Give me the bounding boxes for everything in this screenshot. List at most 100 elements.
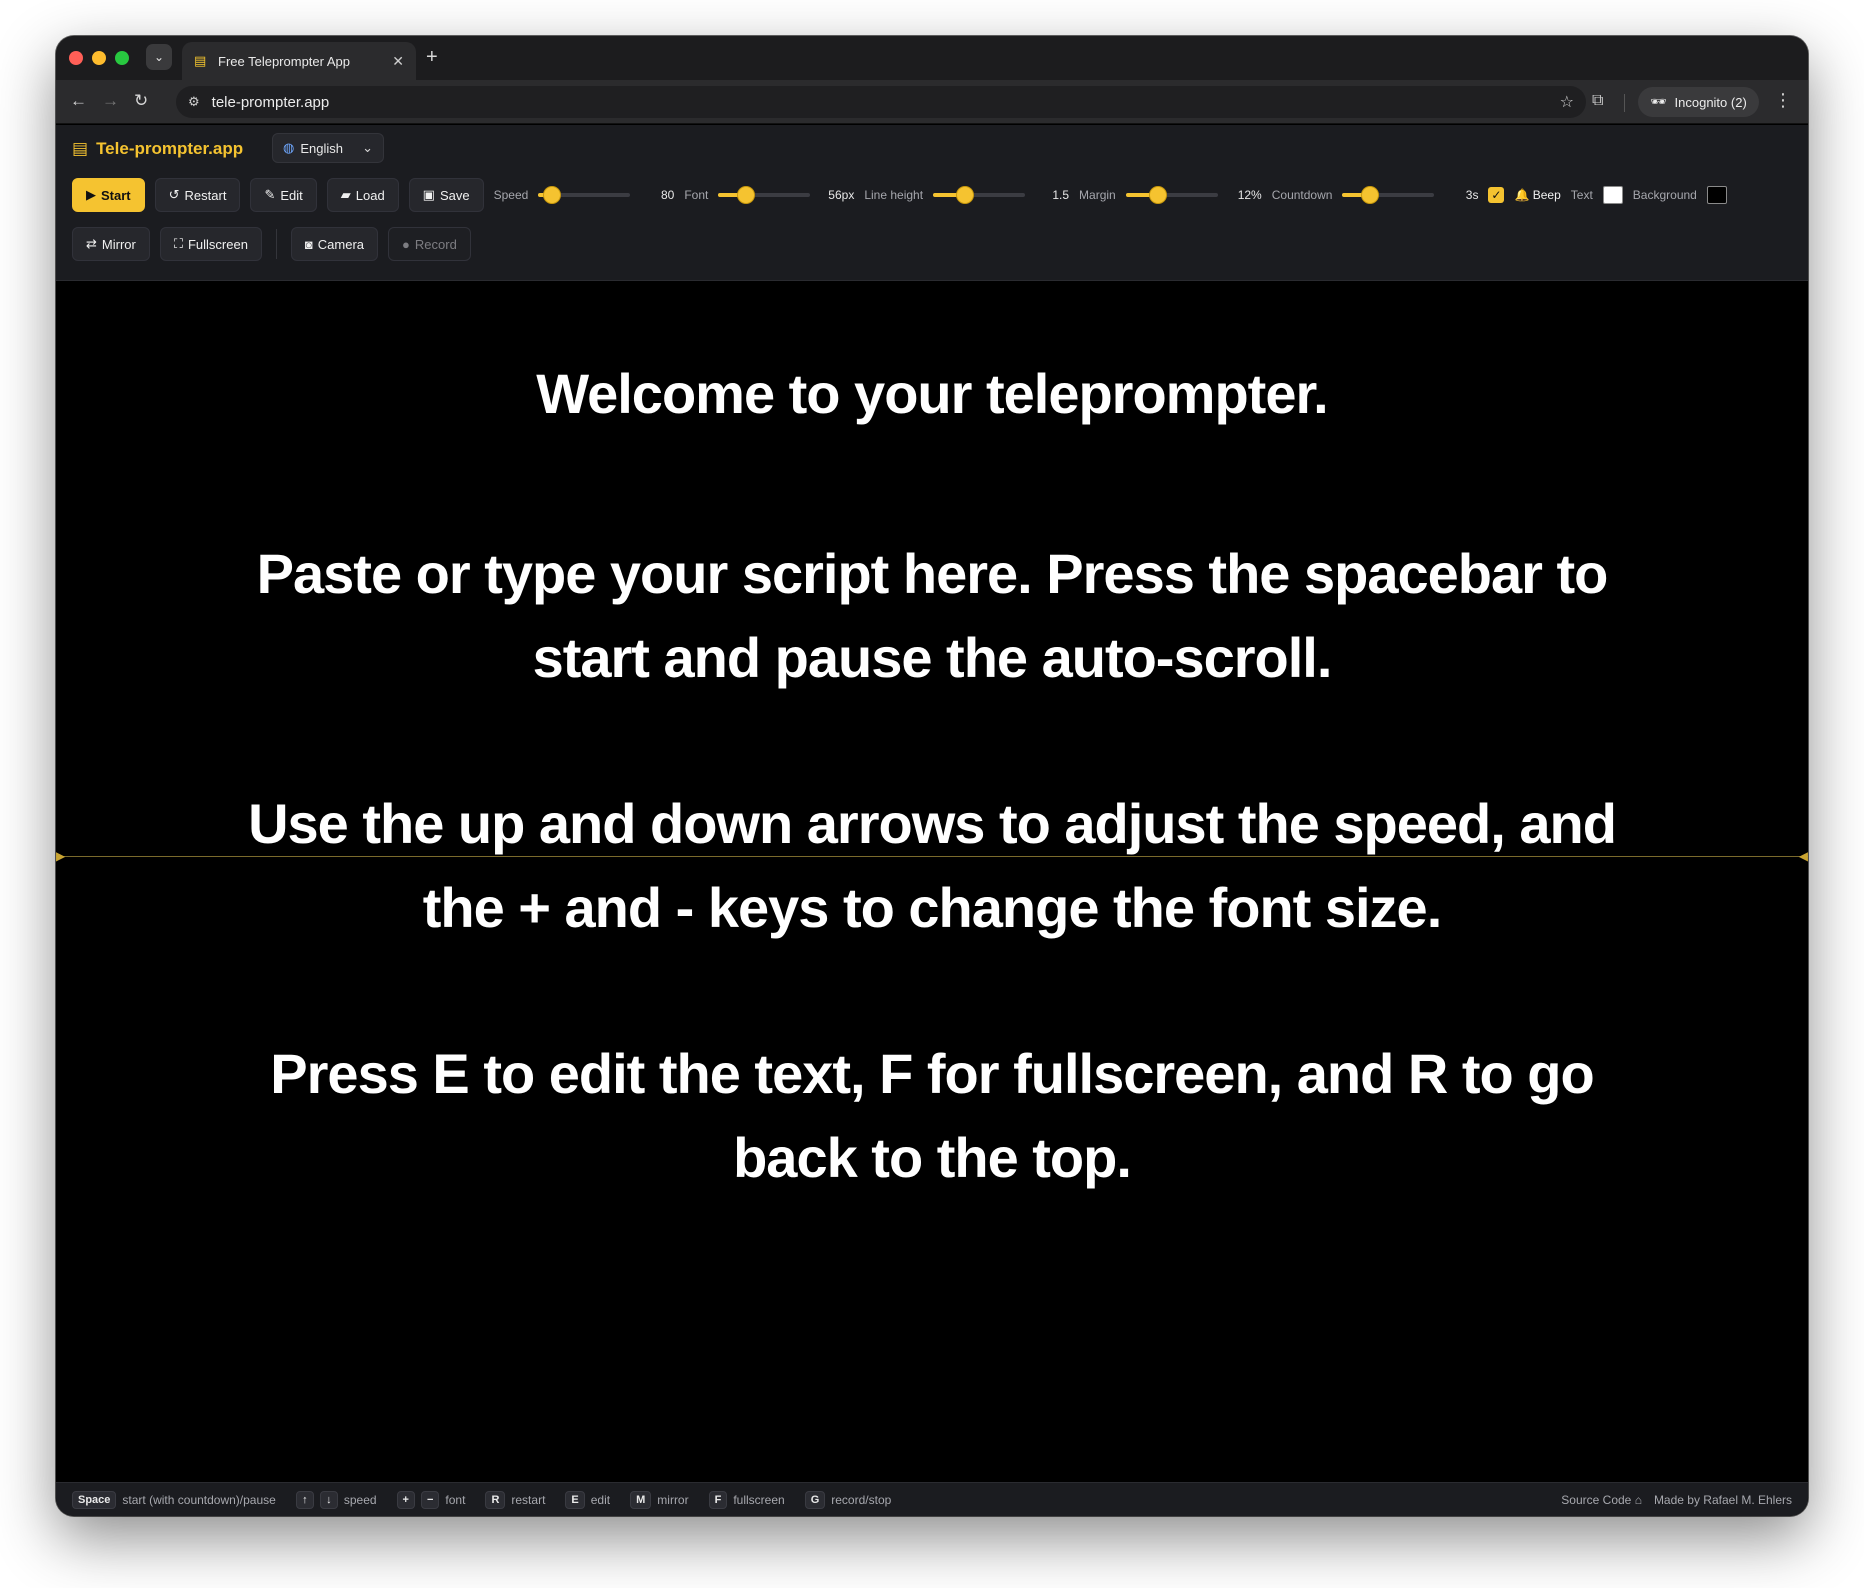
guide-marker-right-icon: ◀ bbox=[1798, 849, 1808, 863]
footer-links: Source Code ⌂ Made by Rafael M. Ehlers bbox=[1561, 1493, 1792, 1507]
margin-value: 12% bbox=[1237, 188, 1262, 202]
margin-label: Margin bbox=[1079, 188, 1116, 202]
close-window-button[interactable] bbox=[69, 51, 83, 65]
shortcut-key: − bbox=[420, 1490, 440, 1509]
extensions-icon[interactable]: ⧉ bbox=[1592, 92, 1603, 110]
save-button[interactable]: ▣ Save bbox=[408, 178, 484, 212]
beep-toggle[interactable]: 🔔 Beep bbox=[1514, 188, 1560, 202]
incognito-badge[interactable]: 🕶 Incognito (2) bbox=[1638, 87, 1759, 117]
start-button[interactable]: ▶ Start bbox=[72, 178, 145, 212]
prompter-stage[interactable]: Welcome to your teleprompter. Paste or t… bbox=[56, 282, 1808, 1515]
edit-button[interactable]: ✎ Edit bbox=[250, 178, 317, 212]
countdown-slider[interactable] bbox=[1342, 186, 1435, 204]
record-label: Record bbox=[414, 236, 457, 252]
source-code-link[interactable]: Source Code ⌂ bbox=[1561, 1493, 1642, 1507]
reload-icon[interactable]: ↻ bbox=[134, 91, 148, 111]
camera-label: Camera bbox=[317, 236, 365, 252]
shortcut-key: G bbox=[804, 1490, 826, 1509]
browser-menu-icon[interactable]: ⋮ bbox=[1774, 90, 1792, 111]
shortcut-key: ↑ bbox=[295, 1490, 314, 1509]
browser-tab[interactable]: ▤ Free Teleprompter App ✕ bbox=[182, 42, 416, 80]
text-color-picker[interactable] bbox=[1602, 186, 1623, 204]
restart-label: Restart bbox=[184, 187, 227, 203]
toolbar-divider bbox=[1624, 94, 1625, 112]
start-label: Start bbox=[101, 187, 131, 203]
made-by-link[interactable]: Made by Rafael M. Ehlers bbox=[1654, 1493, 1792, 1507]
load-button[interactable]: ▰ Load bbox=[326, 178, 399, 212]
control-divider bbox=[275, 229, 277, 259]
brand[interactable]: ▤ Tele-prompter.app bbox=[72, 139, 243, 159]
restart-button[interactable]: ↺ Restart bbox=[154, 178, 241, 212]
shortcut-description: fullscreen bbox=[733, 1492, 785, 1507]
guide-marker-left-icon: ▶ bbox=[56, 849, 66, 863]
back-arrow-icon[interactable]: ← bbox=[70, 91, 87, 111]
record-dot-icon: ● bbox=[402, 236, 410, 252]
beep-checkbox[interactable]: ✓ bbox=[1488, 187, 1505, 203]
shortcut-key: E bbox=[565, 1490, 585, 1509]
shortcut-key: ↓ bbox=[319, 1490, 338, 1509]
speed-value: 80 bbox=[660, 188, 675, 202]
incognito-icon: 🕶 bbox=[1650, 94, 1667, 109]
fullscreen-label: Fullscreen bbox=[187, 236, 248, 252]
shortcut-description: font bbox=[445, 1492, 466, 1507]
camera-icon: ◙ bbox=[304, 236, 313, 252]
script-paragraph: Press E to edit the text, F for fullscre… bbox=[270, 1042, 1594, 1189]
browser-window: ⌄ ▤ Free Teleprompter App ✕ + ← → ↻ ⚙ te… bbox=[56, 36, 1808, 1516]
tab-search-chevron-icon[interactable]: ⌄ bbox=[146, 44, 172, 70]
shortcut-description: mirror bbox=[657, 1492, 689, 1507]
forward-arrow-icon[interactable]: → bbox=[102, 91, 119, 111]
font-slider[interactable] bbox=[718, 186, 811, 204]
beep-label: Beep bbox=[1532, 188, 1561, 202]
clapperboard-icon: ▤ bbox=[72, 139, 89, 158]
browser-toolbar: ← → ↻ ⚙ tele-prompter.app ☆ ⧉ 🕶 Incognit… bbox=[56, 80, 1808, 124]
margin-slider[interactable] bbox=[1125, 186, 1218, 204]
restart-icon: ↺ bbox=[168, 187, 180, 202]
url-text[interactable]: tele-prompter.app bbox=[212, 94, 1548, 111]
countdown-label: Countdown bbox=[1271, 188, 1333, 202]
new-tab-button[interactable]: + bbox=[426, 46, 438, 68]
tab-strip: ⌄ ▤ Free Teleprompter App ✕ + bbox=[56, 36, 1808, 80]
script-paragraph: Welcome to your teleprompter. bbox=[536, 362, 1328, 425]
camera-button[interactable]: ◙ Camera bbox=[290, 227, 379, 261]
bookmark-star-icon[interactable]: ☆ bbox=[1560, 92, 1574, 112]
line-height-value: 1.5 bbox=[1052, 188, 1070, 202]
shortcut-footer: Space start (with countdown)/pause ↑ ↓ speed… bbox=[56, 1482, 1808, 1516]
language-select[interactable]: ◍ English ⌄ bbox=[272, 133, 384, 163]
background-color-picker[interactable] bbox=[1706, 186, 1727, 204]
font-value: 56px bbox=[828, 188, 855, 202]
app-control-panel: ▤ Tele-prompter.app ◍ English ⌄ ▶ Start … bbox=[56, 125, 1808, 281]
maximize-window-button[interactable] bbox=[115, 51, 129, 65]
close-tab-icon[interactable]: ✕ bbox=[392, 53, 404, 70]
swap-arrows-icon: ⇄ bbox=[86, 236, 97, 251]
floppy-disk-icon: ▣ bbox=[422, 187, 435, 202]
shortcut-description: restart bbox=[511, 1492, 546, 1507]
load-label: Load bbox=[355, 187, 385, 203]
controls-row-secondary: ⇄ Mirror ⛶ Fullscreen ◙ Camera ● Record bbox=[72, 225, 471, 263]
site-settings-icon[interactable]: ⚙ bbox=[188, 94, 200, 110]
language-value: English bbox=[300, 140, 343, 156]
source-code-label: Source Code bbox=[1561, 1492, 1632, 1507]
speed-slider[interactable] bbox=[538, 186, 631, 204]
clapperboard-icon: ▤ bbox=[194, 53, 207, 68]
address-bar[interactable]: ⚙ tele-prompter.app ☆ bbox=[176, 86, 1586, 118]
mirror-button[interactable]: ⇄ Mirror bbox=[72, 227, 150, 261]
fullscreen-icon: ⛶ bbox=[173, 236, 183, 251]
line-height-slider[interactable] bbox=[933, 186, 1026, 204]
globe-icon: ◍ bbox=[283, 140, 295, 155]
save-label: Save bbox=[439, 187, 470, 203]
speed-label: Speed bbox=[493, 188, 529, 202]
record-button[interactable]: ● Record bbox=[388, 227, 471, 261]
shortcut-description: record/stop bbox=[831, 1492, 892, 1507]
shortcut-description: start (with countdown)/pause bbox=[122, 1492, 276, 1507]
shortcut-description: speed bbox=[343, 1492, 377, 1507]
mirror-label: Mirror bbox=[101, 236, 136, 252]
minimize-window-button[interactable] bbox=[92, 51, 106, 65]
bell-icon: 🔔 bbox=[1514, 188, 1530, 202]
text-color-label: Text bbox=[1570, 188, 1593, 202]
fullscreen-button[interactable]: ⛶ Fullscreen bbox=[159, 227, 262, 261]
shortcut-description: edit bbox=[590, 1492, 611, 1507]
script-paragraph: Use the up and down arrows to adjust the… bbox=[248, 792, 1617, 939]
shortcut-key: R bbox=[485, 1490, 506, 1509]
font-label: Font bbox=[684, 188, 709, 202]
shortcut-key: F bbox=[708, 1490, 728, 1509]
